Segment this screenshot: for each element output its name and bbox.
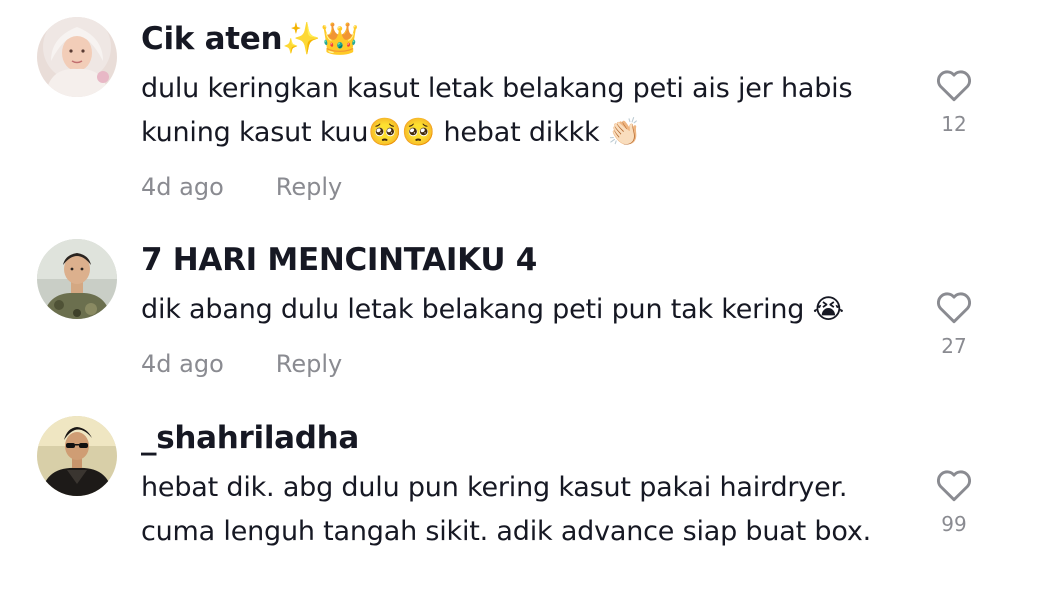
comment-meta: 4d ago Reply	[141, 350, 342, 378]
avatar[interactable]	[37, 17, 117, 97]
comment-meta: 4d ago Reply	[141, 173, 342, 201]
comment-text: hebat dik. abg dulu pun kering kasut pak…	[141, 472, 871, 547]
like-control: 27	[930, 290, 978, 358]
reply-button[interactable]: Reply	[276, 173, 342, 201]
like-count: 27	[941, 334, 967, 358]
comment-text: dik abang dulu letak belakang peti pun t…	[141, 294, 844, 325]
like-control: 99	[930, 468, 978, 536]
like-count: 99	[941, 512, 967, 536]
comment-time: 4d ago	[141, 173, 224, 201]
heart-outline-icon[interactable]	[935, 68, 973, 102]
heart-outline-icon[interactable]	[935, 468, 973, 502]
comment-username[interactable]: 7 HARI MENCINTAIKU 4	[141, 242, 537, 278]
avatar[interactable]	[37, 239, 117, 319]
like-count: 12	[941, 112, 967, 136]
heart-outline-icon[interactable]	[935, 290, 973, 324]
comment-username[interactable]: Cik aten✨👑	[141, 20, 359, 57]
avatar-man-camouflage-icon	[37, 239, 117, 319]
reply-button[interactable]: Reply	[276, 350, 342, 378]
comment-list: Cik aten✨👑 dulu keringkan kasut letak be…	[0, 0, 1038, 606]
avatar-man-sunglasses-icon	[37, 416, 117, 496]
avatar[interactable]	[37, 416, 117, 496]
comment-time: 4d ago	[141, 350, 224, 378]
avatar-hijab-woman-icon	[37, 17, 117, 97]
like-control: 12	[930, 68, 978, 136]
comment-username[interactable]: _shahriladha	[141, 420, 359, 456]
comment-text: dulu keringkan kasut letak belakang peti…	[141, 73, 853, 148]
